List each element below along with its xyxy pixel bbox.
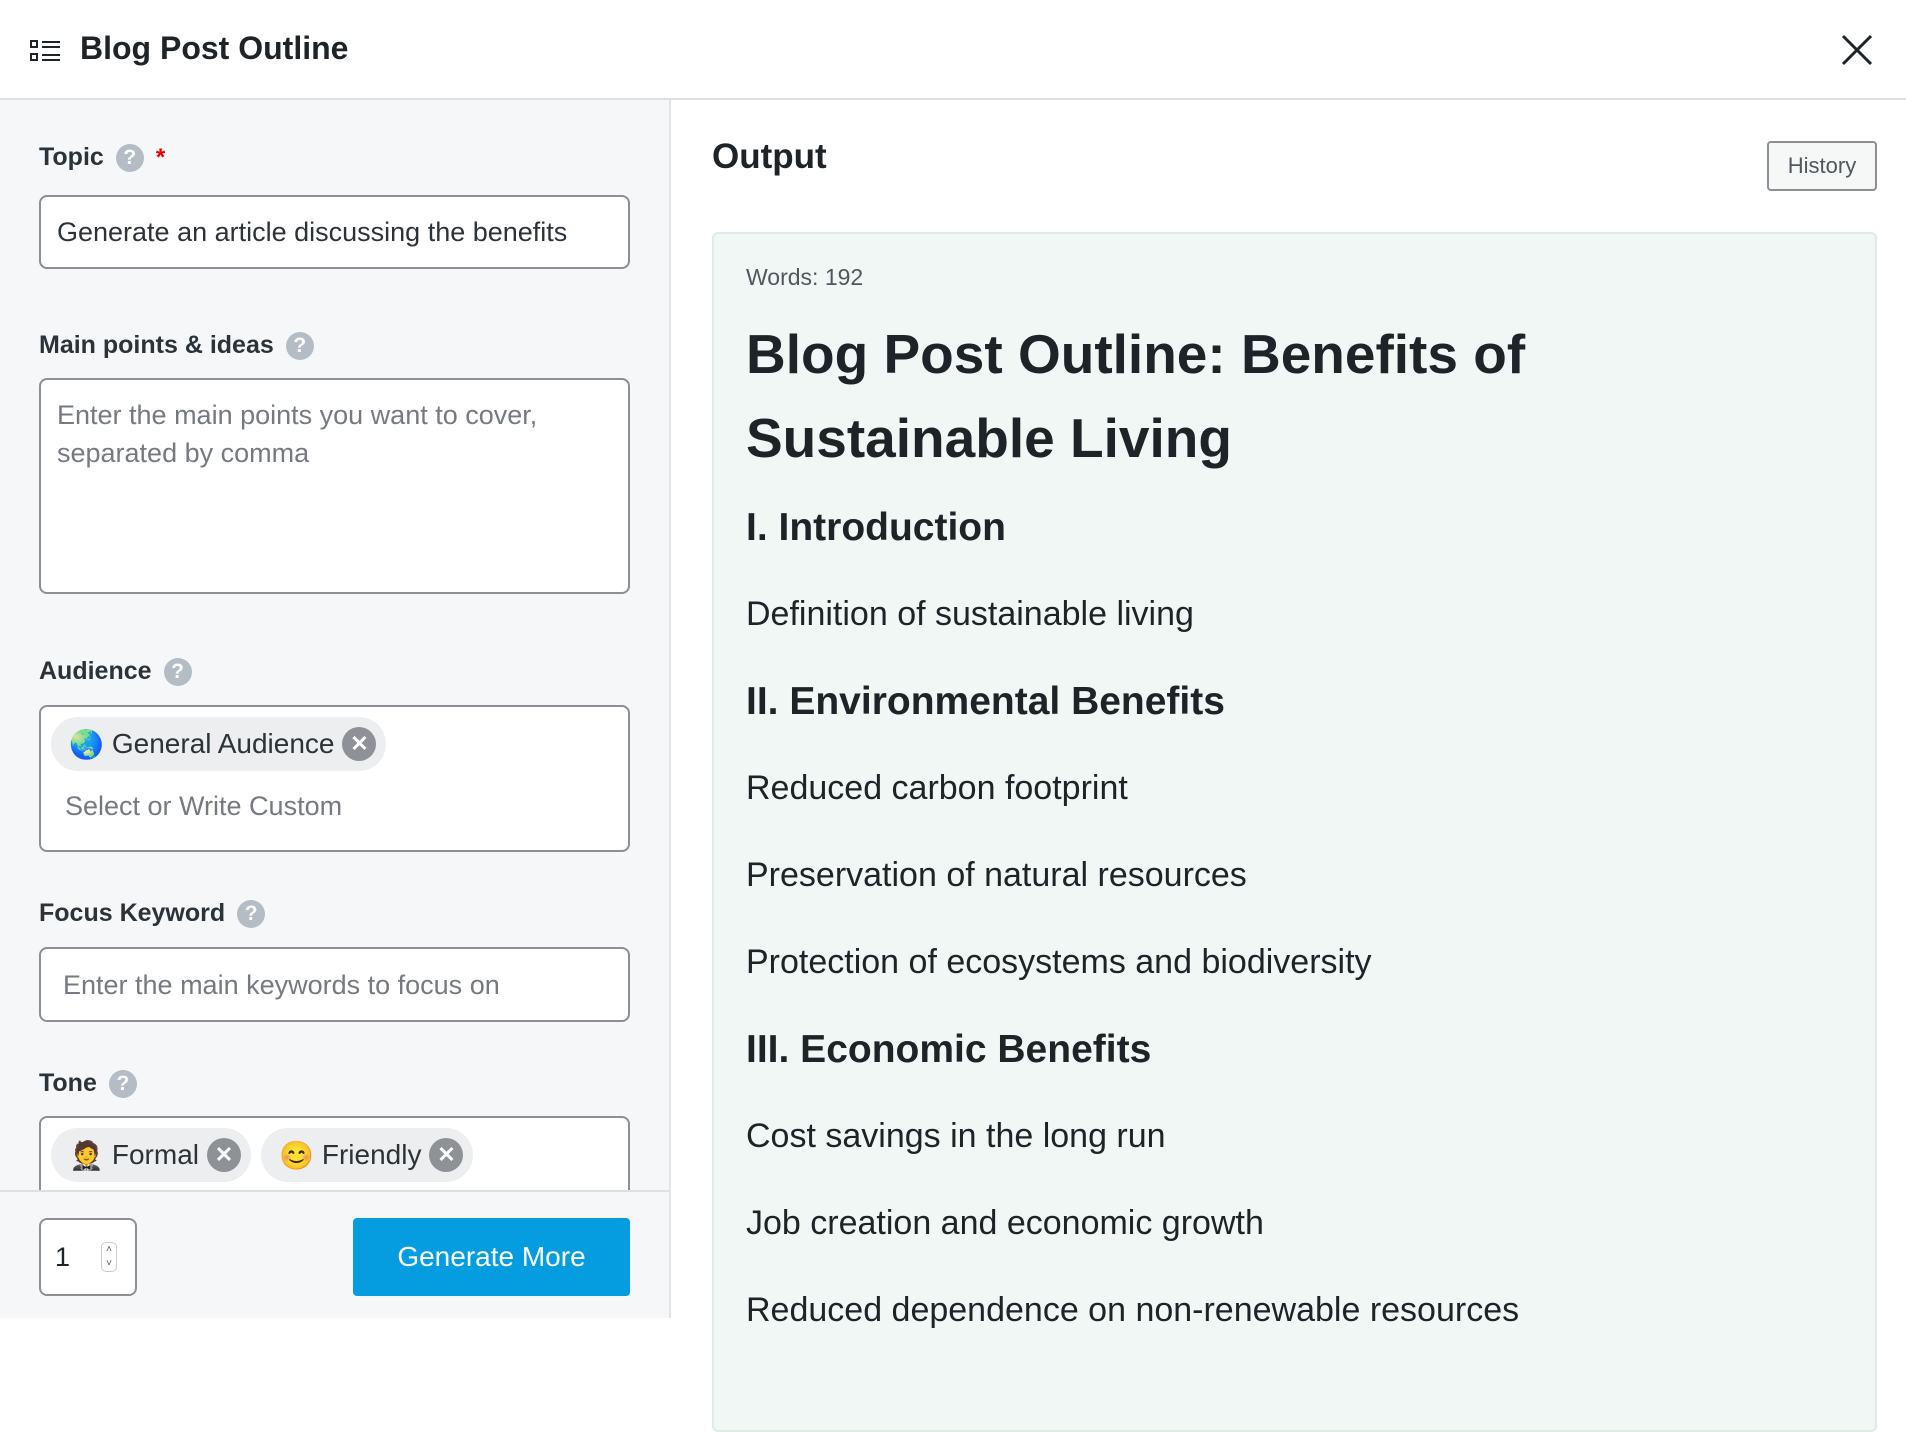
generate-more-button[interactable]: Generate More	[353, 1218, 630, 1296]
audience-chip: 🌏 General Audience ✕	[51, 717, 387, 771]
modal-title: Blog Post Outline	[80, 30, 349, 66]
outline-item: Reduced dependence on non-renewable reso…	[746, 1291, 1520, 1329]
remove-chip-icon[interactable]: ✕	[207, 1138, 241, 1172]
outline-item: Preservation of natural resources	[746, 856, 1247, 894]
person-in-tuxedo-icon: 🤵	[69, 1139, 104, 1171]
tone-chip-formal: 🤵 Formal ✕	[51, 1128, 251, 1182]
outline-item: Cost savings in the long run	[746, 1117, 1166, 1155]
chip-label: Formal	[111, 1139, 199, 1170]
audience-label-text: Audience	[39, 657, 152, 685]
required-mark: *	[155, 143, 166, 171]
output-heading: Blog Post Outline: Benefits of Sustainab…	[746, 323, 1526, 469]
audience-label: Audience?	[39, 657, 192, 686]
help-icon[interactable]: ?	[163, 657, 192, 686]
input-panel: Topic? * Generate an article discussing t…	[0, 100, 671, 1318]
count-stepper[interactable]: 1 ˄ ˅	[39, 1218, 137, 1296]
outline-item: Definition of sustainable living	[746, 595, 1194, 633]
focus-keyword-input[interactable]: Enter the main keywords to focus on	[39, 947, 630, 1022]
outline-item: Protection of ecosystems and biodiversit…	[746, 943, 1372, 981]
audience-placeholder: Select or Write Custom	[65, 791, 343, 821]
help-icon[interactable]: ?	[237, 899, 266, 928]
help-icon[interactable]: ?	[285, 331, 314, 360]
topic-label-text: Topic	[39, 143, 104, 171]
tone-chip-friendly: 😊 Friendly ✕	[261, 1128, 474, 1182]
audience-select[interactable]: 🌏 General Audience ✕ Select or Write Custo…	[39, 705, 630, 852]
main-points-textarea[interactable]: Enter the main points you want to cover,…	[39, 378, 630, 594]
topic-label: Topic? *	[39, 143, 165, 172]
outline-section-heading: II. Environmental Benefits	[746, 680, 1225, 723]
help-icon[interactable]: ?	[115, 143, 144, 172]
globe-icon: 🌏	[69, 728, 104, 760]
word-count: Words: 192	[746, 264, 864, 290]
output-title: Output	[712, 137, 827, 176]
tone-label-text: Tone	[39, 1069, 97, 1097]
smiling-face-icon: 😊	[279, 1139, 314, 1171]
topic-input[interactable]: Generate an article discussing the benef…	[39, 195, 630, 269]
list-icon	[30, 40, 60, 61]
history-button[interactable]: History	[1767, 141, 1877, 191]
form-footer: 1 ˄ ˅ Generate More	[0, 1190, 669, 1318]
count-value: 1	[55, 1242, 71, 1272]
outline-section-heading: I. Introduction	[746, 506, 1006, 549]
outline-list: I. Introduction Definition of sustainable…	[746, 484, 1843, 1354]
help-icon[interactable]: ?	[108, 1069, 137, 1098]
chip-label: Friendly	[321, 1139, 422, 1170]
output-content: Words: 192 Blog Post Outline: Benefits o…	[712, 232, 1877, 1432]
close-icon[interactable]	[1840, 33, 1874, 67]
focus-keyword-label: Focus Keyword?	[39, 899, 266, 928]
outline-item: Job creation and economic growth	[746, 1204, 1264, 1242]
main-points-label: Main points & ideas?	[39, 331, 314, 360]
outline-item: Reduced carbon footprint	[746, 769, 1128, 807]
chip-label: General Audience	[111, 728, 335, 759]
main-points-label-text: Main points & ideas	[39, 331, 274, 359]
remove-chip-icon[interactable]: ✕	[342, 727, 377, 761]
focus-keyword-label-text: Focus Keyword	[39, 899, 226, 927]
outline-section-heading: III. Economic Benefits	[746, 1028, 1152, 1071]
tone-label: Tone?	[39, 1069, 137, 1098]
modal-header: Blog Post Outline	[0, 0, 1906, 100]
remove-chip-icon[interactable]: ✕	[429, 1138, 464, 1172]
stepper-arrows-icon[interactable]: ˄ ˅	[101, 1242, 117, 1272]
